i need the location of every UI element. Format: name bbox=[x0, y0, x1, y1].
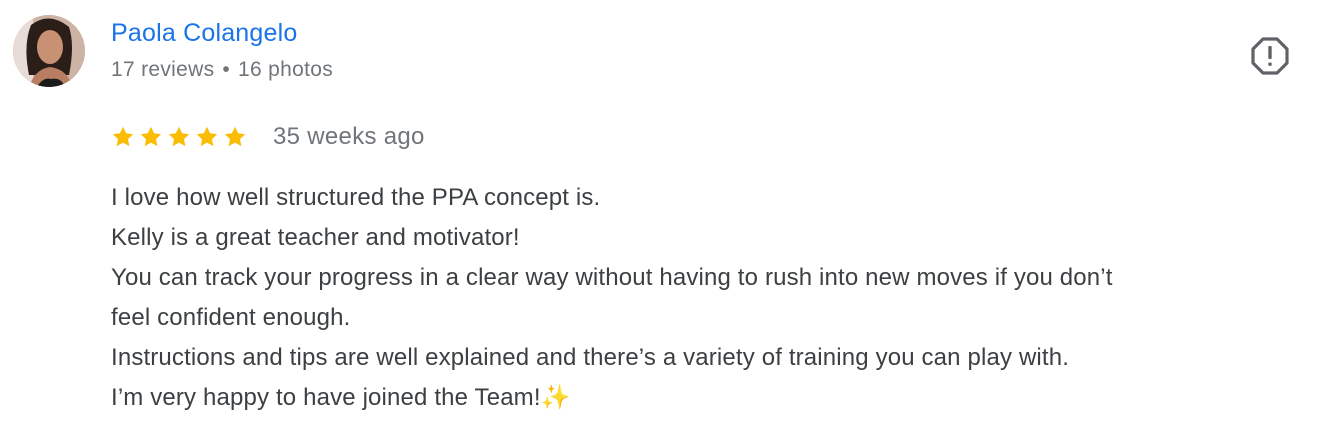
author-meta: 17 reviews • 16 photos bbox=[111, 58, 333, 82]
review-card: Paola Colangelo 17 reviews • 16 photos 35 … bbox=[0, 0, 1318, 428]
meta-separator: • bbox=[222, 58, 231, 81]
review-text-line: I’m very happy to have joined the Team! bbox=[111, 384, 541, 411]
star-rating bbox=[111, 125, 247, 149]
review-text: I love how well structured the PPA conce… bbox=[111, 178, 1306, 418]
review-text-line: I love how well structured the PPA conce… bbox=[111, 184, 601, 211]
star-icon bbox=[140, 126, 162, 147]
star-icon bbox=[224, 126, 246, 147]
star-icon bbox=[112, 126, 134, 147]
photo-count: 16 photos bbox=[238, 58, 333, 81]
report-flag-icon[interactable] bbox=[1250, 36, 1290, 76]
review-time: 35 weeks ago bbox=[273, 123, 425, 150]
user-avatar-photo-icon bbox=[13, 15, 85, 87]
sparkles-icon: ✨ bbox=[540, 384, 571, 411]
star-icon bbox=[196, 126, 218, 147]
avatar[interactable] bbox=[13, 15, 85, 87]
review-text-line: Instructions and tips are well explained… bbox=[111, 344, 1070, 371]
review-text-line: You can track your progress in a clear w… bbox=[111, 264, 1113, 291]
review-count: 17 reviews bbox=[111, 58, 215, 81]
author-name-link[interactable]: Paola Colangelo bbox=[111, 19, 297, 48]
star-icon bbox=[168, 126, 190, 147]
rating-row: 35 weeks ago bbox=[111, 122, 425, 152]
review-text-line: Kelly is a great teacher and motivator! bbox=[111, 224, 520, 251]
review-text-line-last: I’m very happy to have joined the Team!✨ bbox=[111, 378, 1306, 418]
review-text-line: feel confident enough. bbox=[111, 304, 351, 331]
